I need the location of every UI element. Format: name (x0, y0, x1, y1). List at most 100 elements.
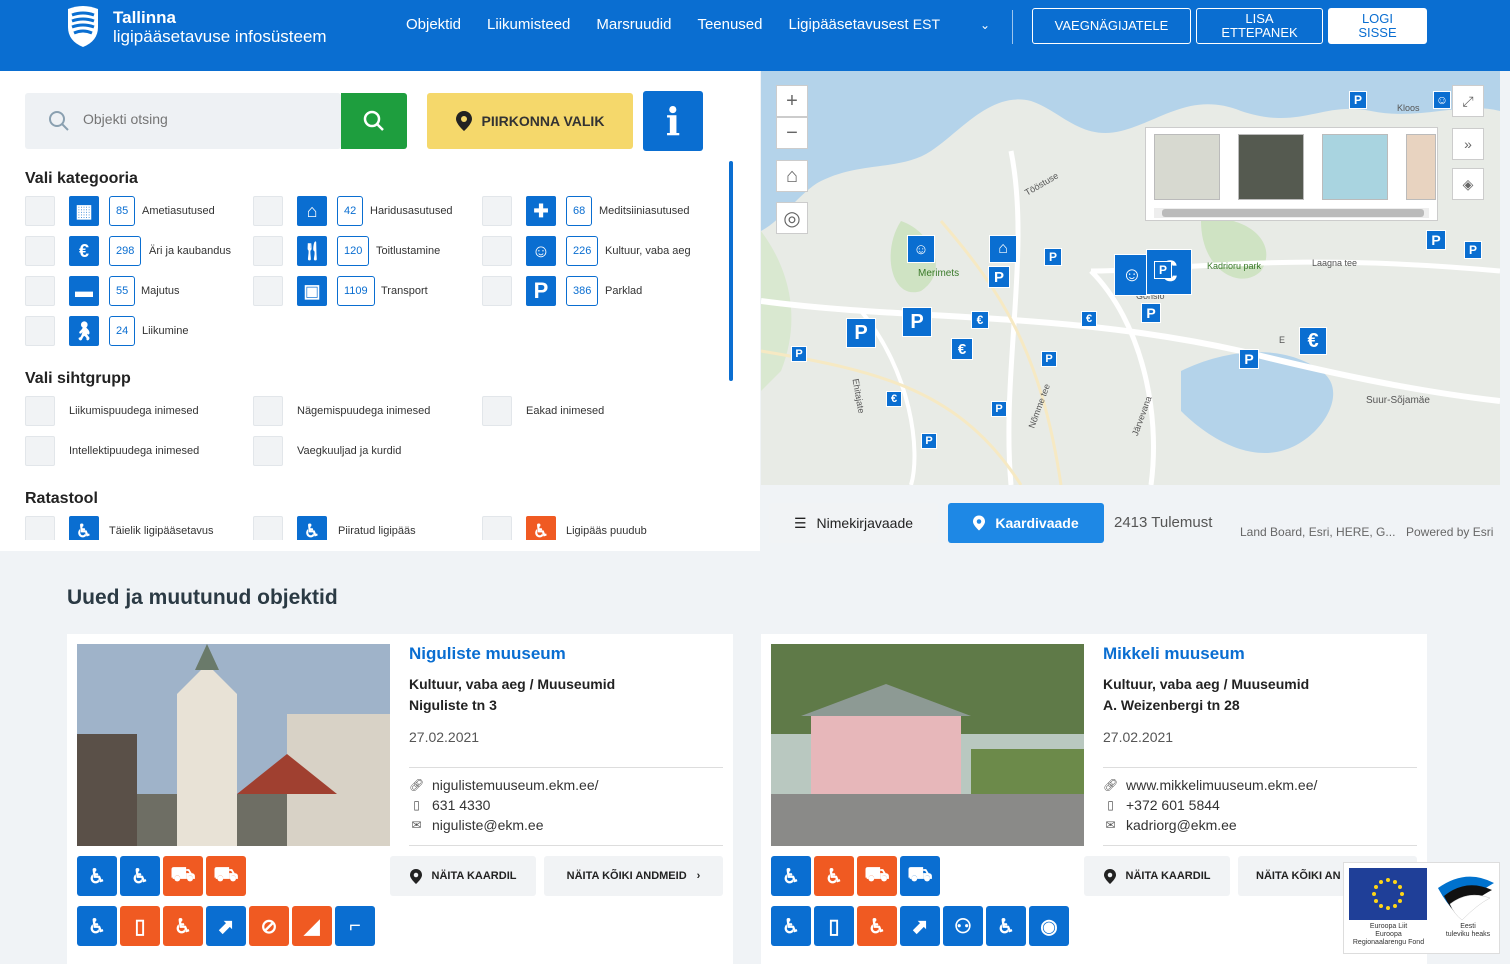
wheelchair-label[interactable]: Ligipääs puudub (566, 525, 647, 537)
object-phone[interactable]: ▯ +372 601 5844 (1103, 797, 1220, 813)
target-group-label[interactable]: Intellektipuudega inimesed (69, 445, 199, 457)
wheelchair-checkbox[interactable] (25, 516, 55, 540)
target-group-checkbox[interactable] (25, 396, 55, 426)
target-group-checkbox[interactable] (253, 436, 283, 466)
wheelchair-checkbox[interactable] (482, 516, 512, 540)
tallinn-logo-icon[interactable] (66, 5, 100, 47)
object-email[interactable]: ✉ niguliste@ekm.ee (409, 817, 543, 833)
hearing-impaired-button[interactable]: VAEGNÄGIJATELE (1032, 8, 1191, 44)
show-on-map-button[interactable]: NÄITA KAARDIL (1084, 856, 1230, 896)
basemap-streets[interactable] (1322, 134, 1388, 200)
category-checkbox[interactable] (253, 236, 283, 266)
category-checkbox[interactable] (253, 276, 283, 306)
category-checkbox[interactable] (25, 276, 55, 306)
education-marker-icon[interactable]: ⌂ (989, 235, 1017, 263)
object-web[interactable]: 🔗︎ www.mikkelimuuseum.ekm.ee/ (1103, 777, 1317, 793)
parking-marker-icon[interactable]: P (1464, 241, 1482, 259)
category-checkbox[interactable] (482, 276, 512, 306)
parking-marker-icon[interactable]: P (1044, 248, 1062, 266)
collapse-arrows-icon[interactable]: » (1452, 128, 1484, 160)
parking-marker-icon[interactable]: P (988, 266, 1010, 288)
parking-marker-icon[interactable]: P (991, 401, 1007, 417)
euro-marker-icon[interactable]: € (1299, 327, 1327, 355)
parking-marker-icon[interactable]: P (1141, 303, 1161, 323)
parking-marker-icon[interactable]: P (1426, 230, 1446, 250)
category-label[interactable]: Kultuur, vaba aeg (605, 245, 691, 257)
category-label[interactable]: Parklad (605, 285, 642, 297)
category-label[interactable]: Transport (381, 285, 428, 297)
language-label[interactable]: EST (913, 16, 940, 32)
site-title[interactable]: Tallinna ligipääsetavuse infosüsteem (113, 8, 327, 46)
parking-marker-icon[interactable]: P (1349, 91, 1367, 109)
search-button[interactable] (341, 93, 407, 149)
list-view-button[interactable]: ☰ Nimekirjavaade (769, 503, 938, 543)
parking-marker-icon[interactable]: P (902, 307, 932, 337)
parking-marker-icon[interactable]: P (791, 346, 807, 362)
target-group-label[interactable]: Vaegkuuljad ja kurdid (297, 445, 401, 457)
zoom-out-button[interactable]: − (776, 117, 808, 149)
nav-objektid[interactable]: Objektid (406, 16, 461, 33)
target-group-checkbox[interactable] (482, 396, 512, 426)
parking-marker-icon[interactable]: P (846, 318, 876, 348)
object-photo[interactable] (77, 644, 390, 846)
locate-icon[interactable]: ◎ (776, 202, 808, 234)
culture-marker-icon[interactable]: ☺ (1433, 91, 1451, 109)
nav-teenused[interactable]: Teenused (697, 16, 762, 33)
object-name[interactable]: Niguliste muuseum (409, 644, 566, 664)
category-checkbox[interactable] (482, 236, 512, 266)
show-all-data-button[interactable]: NÄITA KÕIKI ANDMEID › (544, 856, 723, 896)
district-select-button[interactable]: PIIRKONNA VALIK (427, 93, 633, 149)
category-checkbox[interactable] (25, 236, 55, 266)
filter-scrollbar[interactable] (729, 161, 733, 381)
parking-marker-icon[interactable]: P (1154, 261, 1172, 279)
parking-marker-icon[interactable]: P (1239, 349, 1259, 369)
marker-cluster[interactable]: ☺ € (1114, 249, 1192, 299)
euro-marker-icon[interactable]: € (951, 338, 973, 360)
category-label[interactable]: Äri ja kaubandus (149, 245, 231, 257)
category-label[interactable]: Ametiasutused (142, 205, 215, 217)
object-email[interactable]: ✉ kadriorg@ekm.ee (1103, 817, 1236, 833)
wheelchair-label[interactable]: Täielik ligipääsetavus (109, 525, 214, 537)
basemap-scrollbar[interactable] (1154, 208, 1429, 218)
basemap-scroll-thumb[interactable] (1162, 209, 1424, 217)
category-label[interactable]: Haridusasutused (370, 205, 453, 217)
category-label[interactable]: Toitlustamine (376, 245, 440, 257)
info-button[interactable]: i (643, 91, 703, 151)
basemap-imagery[interactable] (1238, 134, 1304, 200)
home-icon[interactable]: ⌂ (776, 160, 808, 192)
target-group-label[interactable]: Nägemispuudega inimesed (297, 405, 430, 417)
basemap-topo[interactable] (1154, 134, 1220, 200)
layers-icon[interactable]: ◈ (1452, 168, 1484, 200)
basemap-other[interactable] (1406, 134, 1436, 200)
search-input[interactable] (83, 111, 323, 127)
category-label[interactable]: Liikumine (142, 325, 188, 337)
category-checkbox[interactable] (25, 196, 55, 226)
nav-ligipaasetavusest[interactable]: Ligipääsetavusest EST (789, 16, 941, 33)
nav-liikumisteed[interactable]: Liikumisteed (487, 16, 570, 33)
object-phone[interactable]: ▯ 631 4330 (409, 797, 490, 813)
object-name[interactable]: Mikkeli muuseum (1103, 644, 1245, 664)
fullscreen-icon[interactable]: ⤢ (1452, 85, 1484, 117)
target-group-checkbox[interactable] (25, 436, 55, 466)
target-group-checkbox[interactable] (253, 396, 283, 426)
culture-marker-icon[interactable]: ☺ (907, 235, 935, 263)
object-web[interactable]: 🔗︎ nigulistemuuseum.ekm.ee/ (409, 777, 599, 793)
zoom-in-button[interactable]: + (776, 85, 808, 117)
parking-marker-icon[interactable]: P (1041, 351, 1057, 367)
category-checkbox[interactable] (25, 316, 55, 346)
euro-marker-icon[interactable]: € (1081, 311, 1097, 327)
target-group-label[interactable]: Eakad inimesed (526, 405, 604, 417)
category-checkbox[interactable] (482, 196, 512, 226)
wheelchair-label[interactable]: Piiratud ligipääs (338, 525, 416, 537)
add-suggestion-button[interactable]: LISA ETTEPANEK (1196, 8, 1323, 44)
category-label[interactable]: Majutus (141, 285, 180, 297)
culture-marker-icon[interactable]: ☺ (1114, 254, 1150, 296)
show-on-map-button[interactable]: NÄITA KAARDIL (390, 856, 536, 896)
login-button[interactable]: LOGI SISSE (1328, 8, 1427, 44)
category-label[interactable]: Meditsiiniasutused (599, 205, 690, 217)
category-checkbox[interactable] (253, 196, 283, 226)
chevron-down-icon[interactable]: ⌄ (980, 18, 990, 32)
map-view-button[interactable]: Kaardivaade (948, 503, 1104, 543)
euro-marker-icon[interactable]: € (971, 311, 989, 329)
wheelchair-checkbox[interactable] (253, 516, 283, 540)
